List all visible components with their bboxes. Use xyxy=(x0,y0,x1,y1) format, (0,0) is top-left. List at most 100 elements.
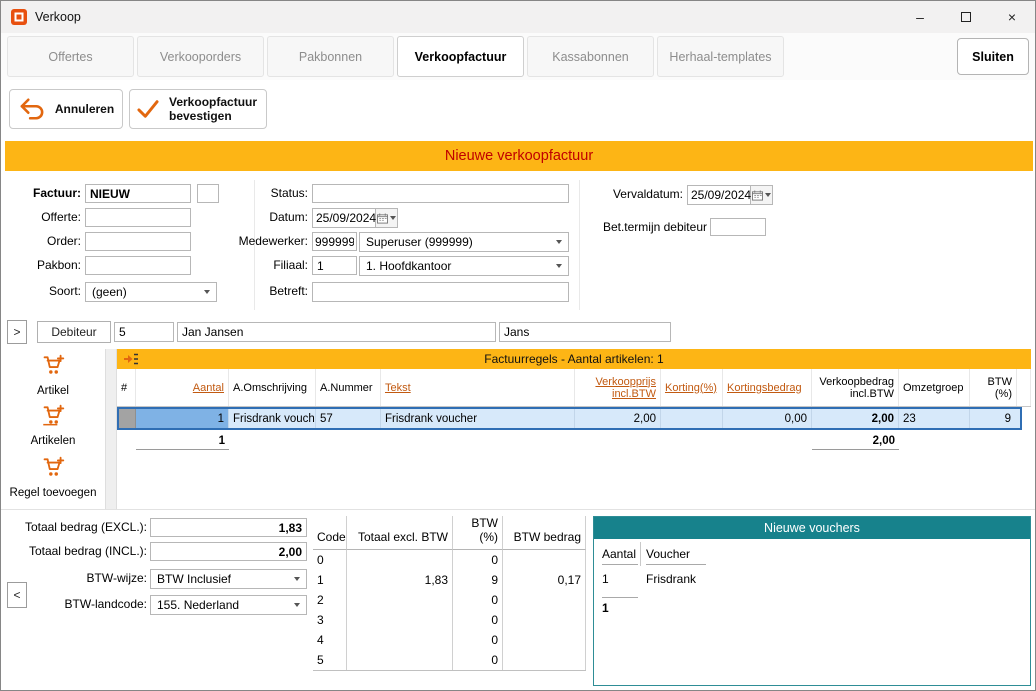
cell-omschrijving[interactable]: Frisdrank voucher xyxy=(229,409,316,428)
btw-cell-pct: 0 xyxy=(453,630,503,650)
expand-panel-button[interactable]: > xyxy=(7,320,27,344)
expand-glyph: > xyxy=(13,325,20,339)
btw-wijze-select[interactable]: BTW Inclusief xyxy=(150,569,307,589)
col-header-kortingsbedrag[interactable]: Kortingsbedrag xyxy=(723,369,812,406)
offerte-input[interactable] xyxy=(85,208,191,227)
filiaal-value: 1. Hoofdkantoor xyxy=(366,259,451,273)
datum-input[interactable]: 25/09/2024 xyxy=(312,208,376,228)
sidebar-item-artikelen[interactable]: Artikelen xyxy=(1,403,105,447)
btw-cell-excl xyxy=(347,550,453,570)
debiteur-naam-input[interactable] xyxy=(177,322,496,342)
tab-herhaal-templates[interactable]: Herhaal-templates xyxy=(657,36,784,77)
cell-verkoopprijs[interactable]: 2,00 xyxy=(575,409,661,428)
btw-landcode-select[interactable]: 155. Nederland xyxy=(150,595,307,615)
soort-select[interactable]: (geen) xyxy=(85,282,217,302)
col-header-btw[interactable]: BTW (%) xyxy=(970,369,1017,406)
tab-kassabonnen[interactable]: Kassabonnen xyxy=(527,36,654,77)
chevron-down-icon xyxy=(390,216,396,220)
filiaal-select[interactable]: 1. Hoofdkantoor xyxy=(359,256,569,276)
cell-verkoopbedrag[interactable]: 2,00 xyxy=(812,409,899,428)
col-header-omschrijving[interactable]: A.Omschrijving xyxy=(229,369,316,406)
debiteur-nummer-input[interactable] xyxy=(114,322,174,342)
order-input[interactable] xyxy=(85,232,191,251)
cell-row-selector[interactable] xyxy=(119,409,136,428)
betreft-input[interactable] xyxy=(312,282,569,302)
tab-verkoopfactuur[interactable]: Verkoopfactuur xyxy=(397,36,524,77)
btw-col-code: Code xyxy=(313,516,347,550)
calendar-icon xyxy=(377,213,388,224)
invoice-banner: Nieuwe verkoopfactuur xyxy=(5,141,1033,171)
btw-cell-bedrag: 0,17 xyxy=(503,570,586,590)
medewerker-select[interactable]: Superuser (999999) xyxy=(359,232,569,252)
cell-omzetgroep[interactable]: 23 xyxy=(899,409,970,428)
debiteur-button[interactable]: Debiteur xyxy=(37,321,111,343)
btw-cell-excl xyxy=(347,630,453,650)
datum-calendar-button[interactable] xyxy=(376,208,398,228)
minimize-icon: – xyxy=(916,9,924,25)
sidebar-item-regel-toevoegen[interactable]: Regel toevoegen xyxy=(1,455,105,499)
btw-landcode-value: 155. Nederland xyxy=(157,598,239,612)
factuur-browse-button[interactable] xyxy=(197,184,219,203)
filiaal-code-input[interactable] xyxy=(312,256,357,275)
voucher-cell-voucher: Frisdrank xyxy=(646,572,696,586)
bettermijn-input[interactable] xyxy=(710,218,766,236)
bettermijn-label: Bet.termijn debiteur xyxy=(591,220,707,234)
totaal-incl-input[interactable] xyxy=(150,542,307,561)
annuleren-button[interactable]: Annuleren xyxy=(9,89,123,129)
btw-col-pct: BTW (%) xyxy=(453,516,503,550)
cell-nummer[interactable]: 57 xyxy=(316,409,381,428)
btw-wijze-value: BTW Inclusief xyxy=(157,572,231,586)
debiteur-zoeknaam-input[interactable] xyxy=(499,322,671,342)
btw-cell-pct: 0 xyxy=(453,590,503,610)
cell-tekst[interactable]: Frisdrank voucher xyxy=(381,409,575,428)
medewerker-code-input[interactable] xyxy=(312,232,357,251)
col-header-verkoopbedrag[interactable]: Verkoopbedrag incl.BTW xyxy=(812,369,899,406)
vervaldatum-input[interactable]: 25/09/2024 xyxy=(687,185,751,205)
undo-arrow-icon xyxy=(18,97,46,121)
totaal-excl-label: Totaal bedrag (EXCL.): xyxy=(11,520,147,534)
minimize-button[interactable]: – xyxy=(897,1,943,33)
btw-cell-bedrag xyxy=(503,590,586,610)
btw-cell-pct: 0 xyxy=(453,610,503,630)
btw-cell-pct: 0 xyxy=(453,650,503,670)
sluiten-button[interactable]: Sluiten xyxy=(957,38,1029,75)
close-button[interactable]: × xyxy=(989,1,1035,33)
sidebar-item-artikel[interactable]: Artikel xyxy=(1,353,105,397)
grid-row[interactable]: 1 Frisdrank voucher 57 Frisdrank voucher… xyxy=(117,407,1022,430)
tab-offertes[interactable]: Offertes xyxy=(7,36,134,77)
col-header-verkoopprijs[interactable]: Verkoopprijs incl.BTW xyxy=(575,369,661,406)
factuur-input[interactable] xyxy=(85,184,191,203)
col-header-tekst[interactable]: Tekst xyxy=(381,369,575,406)
regel-toevoegen-icon xyxy=(40,455,66,486)
cell-korting[interactable] xyxy=(661,409,723,428)
status-input[interactable] xyxy=(312,184,569,203)
window-controls: – × xyxy=(897,1,1035,33)
totaal-excl-input[interactable] xyxy=(150,518,307,537)
col-header-aantal[interactable]: Aantal xyxy=(136,369,229,406)
col-header-omzetgroep[interactable]: Omzetgroep xyxy=(899,369,970,406)
vervaldatum-calendar-button[interactable] xyxy=(751,185,773,205)
maximize-button[interactable] xyxy=(943,1,989,33)
tab-pakbonnen[interactable]: Pakbonnen xyxy=(267,36,394,77)
col-header-korting[interactable]: Korting(%) xyxy=(661,369,723,406)
bevestigen-button[interactable]: Verkoopfactuur bevestigen xyxy=(129,89,267,129)
chevron-down-icon xyxy=(556,240,562,244)
splitter[interactable] xyxy=(105,349,117,509)
col-header-nummer[interactable]: A.Nummer xyxy=(316,369,381,406)
cell-aantal[interactable]: 1 xyxy=(136,409,229,428)
btw-cell-pct: 0 xyxy=(453,550,503,570)
btw-table: Code Totaal excl. BTW BTW (%) BTW bedrag… xyxy=(313,516,586,671)
tab-verkooporders[interactable]: Verkooporders xyxy=(137,36,264,77)
grid-totals-row: 1 2,00 xyxy=(117,432,1017,450)
app-window: Verkoop – × Offertes Verkooporders Pakbo… xyxy=(0,0,1036,691)
btw-cell-code: 5 xyxy=(313,650,347,670)
grid-title: Factuurregels - Aantal artikelen: 1 xyxy=(117,352,1031,366)
invoice-form: Factuur: Offerte: Order: Pakbon: Soort: … xyxy=(1,176,1036,319)
cell-btw[interactable]: 9 xyxy=(970,409,1015,428)
cell-kortingsbedrag[interactable]: 0,00 xyxy=(723,409,812,428)
btw-cell-excl xyxy=(347,650,453,670)
pakbon-input[interactable] xyxy=(85,256,191,275)
toolbar: Annuleren Verkoopfactuur bevestigen xyxy=(1,80,1035,141)
titlebar: Verkoop – × xyxy=(1,1,1035,33)
col-header-filler xyxy=(1017,369,1031,406)
